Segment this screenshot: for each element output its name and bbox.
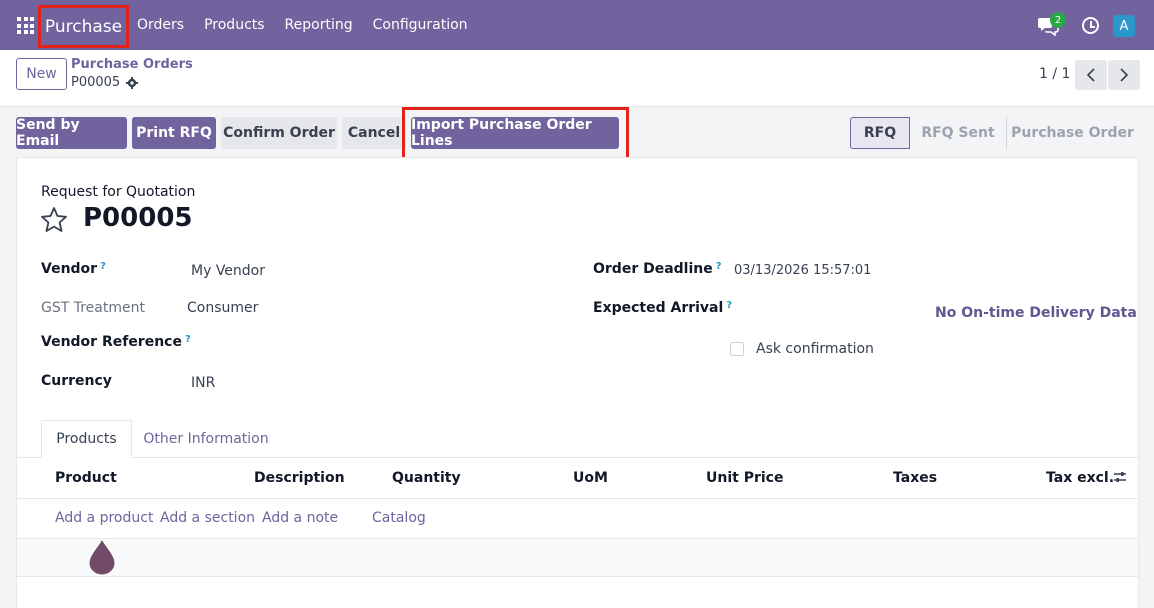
avatar[interactable]: A [1113, 15, 1135, 37]
column-unit-price[interactable]: Unit Price [706, 470, 783, 486]
breadcrumb-current: P00005 [71, 75, 139, 90]
currency-label: Currency [41, 373, 112, 389]
status-purchase-order[interactable]: Purchase Order [1006, 117, 1138, 149]
vendor-label: Vendor? [41, 261, 106, 277]
cancel-button[interactable]: Cancel [342, 117, 406, 149]
status-rfq-sent[interactable]: RFQ Sent [910, 117, 1006, 149]
page-title: P00005 [83, 203, 193, 233]
expected-arrival-label: Expected Arrival? [593, 300, 732, 316]
tab-products[interactable]: Products [41, 420, 132, 458]
add-section-link[interactable]: Add a section [160, 510, 255, 526]
order-deadline-label-text: Order Deadline [593, 261, 713, 277]
vendor-field[interactable]: My Vendor [191, 263, 265, 279]
help-icon[interactable]: ? [726, 300, 732, 311]
vendor-label-text: Vendor [41, 261, 98, 277]
column-tax-excl[interactable]: Tax excl. [1046, 470, 1114, 486]
empty-row [17, 539, 1138, 577]
status-rfq[interactable]: RFQ [850, 117, 910, 149]
catalog-link[interactable]: Catalog [372, 510, 426, 526]
breadcrumb-parent[interactable]: Purchase Orders [71, 57, 193, 72]
ask-confirmation-checkbox[interactable] [730, 342, 744, 356]
top-navbar: Purchase Orders Products Reporting Confi… [0, 0, 1154, 50]
column-description[interactable]: Description [254, 470, 345, 486]
column-product[interactable]: Product [55, 470, 117, 486]
gst-treatment-label: GST Treatment [41, 300, 145, 316]
new-button[interactable]: New [16, 58, 67, 90]
column-taxes[interactable]: Taxes [893, 470, 937, 486]
pager-previous-button[interactable] [1075, 60, 1107, 90]
chevron-left-icon [1086, 68, 1095, 82]
tab-other-information[interactable]: Other Information [138, 420, 274, 458]
send-by-email-button[interactable]: Send by Email [16, 117, 127, 149]
menu-configuration[interactable]: Configuration [373, 17, 468, 33]
add-line-row: Add a product Add a section Add a note C… [17, 499, 1138, 539]
gear-icon[interactable] [126, 76, 139, 89]
main-menu: Orders Products Reporting Configuration [137, 0, 468, 50]
add-note-link[interactable]: Add a note [262, 510, 338, 526]
form-subtitle: Request for Quotation [41, 184, 196, 200]
column-quantity[interactable]: Quantity [392, 470, 461, 486]
breadcrumb-current-label: P00005 [71, 75, 121, 90]
confirm-order-button[interactable]: Confirm Order [221, 117, 337, 149]
help-icon[interactable]: ? [100, 261, 106, 272]
print-rfq-button[interactable]: Print RFQ [132, 117, 216, 149]
apps-grid-icon[interactable] [17, 17, 34, 34]
menu-products[interactable]: Products [204, 17, 264, 33]
help-icon[interactable]: ? [185, 334, 191, 345]
chevron-right-icon [1120, 68, 1129, 82]
status-bar: RFQ RFQ Sent Purchase Order [850, 117, 1138, 149]
gst-treatment-field[interactable]: Consumer [187, 300, 258, 316]
currency-field[interactable]: INR [191, 375, 215, 391]
column-settings-icon[interactable] [1113, 470, 1127, 484]
on-time-delivery-link[interactable]: No On-time Delivery Data [935, 305, 1137, 321]
ask-confirmation-label: Ask confirmation [756, 341, 874, 357]
pager-counter[interactable]: 1 / 1 [1039, 66, 1070, 82]
control-panel: New Purchase Orders P00005 1 / 1 [0, 50, 1154, 107]
highlight-box [402, 107, 629, 163]
order-deadline-label: Order Deadline? [593, 261, 722, 277]
chat-badge: 2 [1050, 12, 1066, 28]
menu-orders[interactable]: Orders [137, 17, 184, 33]
help-icon[interactable]: ? [716, 261, 722, 272]
app-name-purchase[interactable]: Purchase [38, 5, 129, 48]
cursor-drop-icon [88, 537, 116, 576]
column-uom[interactable]: UoM [573, 470, 608, 486]
vendor-reference-label: Vendor Reference? [41, 334, 191, 350]
pager-next-button[interactable] [1108, 60, 1140, 90]
clock-icon[interactable] [1082, 17, 1099, 34]
add-product-link[interactable]: Add a product [55, 510, 153, 526]
menu-reporting[interactable]: Reporting [285, 17, 353, 33]
vendor-reference-label-text: Vendor Reference [41, 334, 182, 350]
order-lines-header: Product Description Quantity UoM Unit Pr… [17, 458, 1138, 499]
expected-arrival-label-text: Expected Arrival [593, 300, 724, 316]
star-icon[interactable] [40, 206, 68, 234]
order-deadline-field[interactable]: 03/13/2026 15:57:01 [734, 263, 871, 278]
